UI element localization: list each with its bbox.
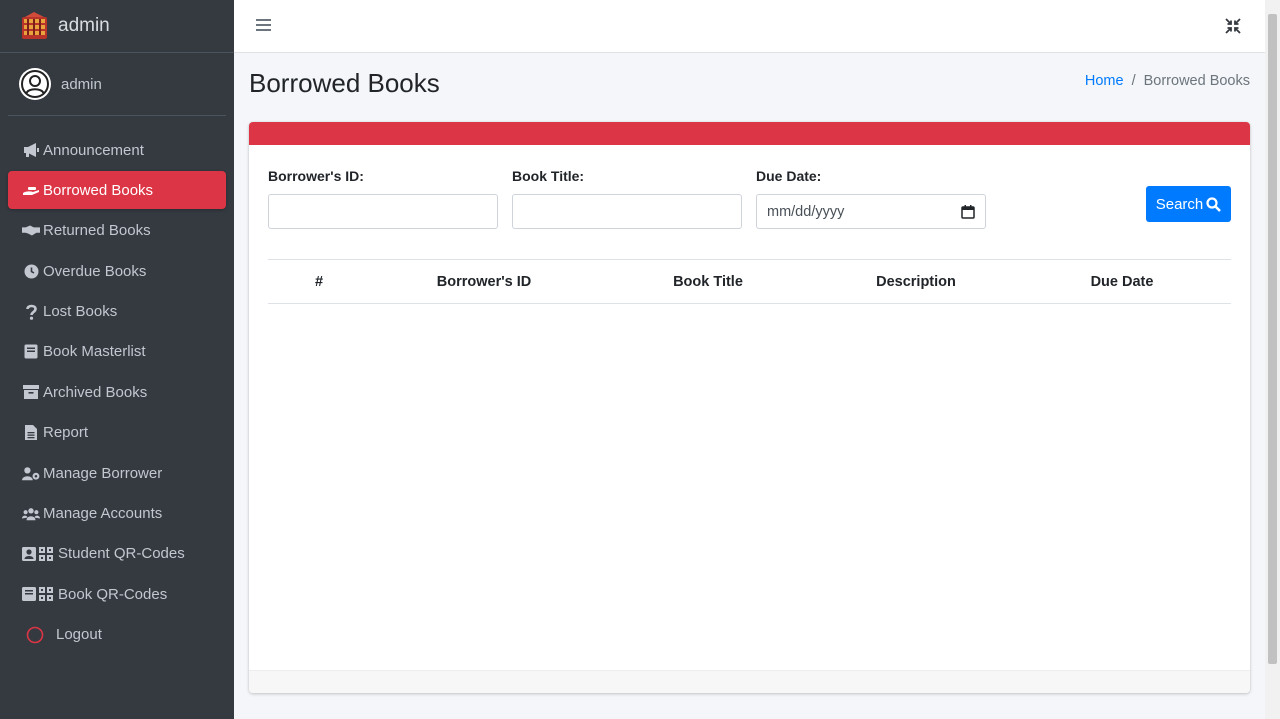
- search-button[interactable]: Search: [1146, 186, 1231, 222]
- sidebar-item-announcement[interactable]: Announcement: [8, 131, 226, 169]
- due-date-input[interactable]: mm/dd/yyyy: [756, 194, 986, 229]
- borrowed-books-card: Borrower's ID: Book Title: Due Date: mm/…: [249, 122, 1250, 693]
- sidebar-item-label: Logout: [56, 626, 102, 644]
- card-footer: [249, 670, 1250, 693]
- sidebar-item-returned-books[interactable]: Returned Books: [8, 212, 226, 250]
- top-navbar: [234, 0, 1265, 53]
- breadcrumb: Home / Borrowed Books: [1085, 73, 1250, 89]
- sidebar-item-label: Book QR-Codes: [58, 585, 168, 603]
- page-scrollbar[interactable]: [1265, 0, 1280, 719]
- power-icon: [26, 626, 44, 643]
- users-icon: [22, 506, 40, 522]
- sidebar-item-label: Lost Books: [43, 303, 118, 321]
- column-header-borrower-id[interactable]: Borrower's ID: [418, 260, 550, 304]
- breadcrumb-home-link[interactable]: Home: [1085, 73, 1124, 89]
- sidebar-item-label: Overdue Books: [43, 262, 147, 280]
- hand-book-icon: [22, 182, 40, 198]
- sidebar-item-label: Report: [43, 424, 89, 442]
- sidebar-item-lost-books[interactable]: Lost Books: [8, 293, 226, 331]
- sidebar-item-student-qr-codes[interactable]: Student QR-Codes: [8, 535, 226, 573]
- book-qr-icon: [22, 586, 55, 602]
- question-icon: [22, 304, 40, 320]
- student-qr-icon: [22, 546, 55, 562]
- column-header-number[interactable]: #: [298, 260, 340, 304]
- sidebar-item-label: Archived Books: [43, 383, 148, 401]
- menu-toggle-icon[interactable]: [256, 17, 271, 35]
- column-header-due-date[interactable]: Due Date: [1068, 260, 1176, 304]
- user-name: admin: [61, 75, 102, 93]
- sidebar-item-manage-accounts[interactable]: Manage Accounts: [8, 495, 226, 533]
- sidebar-item-manage-borrower[interactable]: Manage Borrower: [8, 454, 226, 492]
- user-panel[interactable]: admin: [8, 53, 226, 116]
- compress-icon[interactable]: [1225, 18, 1241, 34]
- bullhorn-icon: [22, 142, 40, 158]
- library-logo-icon: [19, 11, 50, 42]
- sidebar-item-logout[interactable]: Logout: [8, 616, 226, 654]
- sidebar-item-book-qr-codes[interactable]: Book QR-Codes: [8, 575, 226, 613]
- column-header-book-title[interactable]: Book Title: [648, 260, 768, 304]
- sidebar-item-overdue-books[interactable]: Overdue Books: [8, 252, 226, 290]
- sidebar-item-label: Manage Borrower: [43, 464, 163, 482]
- column-header-description[interactable]: Description: [858, 260, 974, 304]
- due-date-label: Due Date:: [756, 168, 822, 184]
- search-icon: [1206, 196, 1222, 212]
- sidebar-item-borrowed-books[interactable]: Borrowed Books: [8, 171, 226, 210]
- sidebar-item-label: Returned Books: [43, 222, 151, 240]
- handshake-icon: [22, 223, 40, 239]
- borrowed-books-table: # Borrower's ID Book Title Description D…: [268, 259, 1231, 304]
- sidebar-item-book-masterlist[interactable]: Book Masterlist: [8, 333, 226, 371]
- sidebar-item-archived-books[interactable]: Archived Books: [8, 373, 226, 411]
- page-title: Borrowed Books: [249, 68, 440, 98]
- search-button-label: Search: [1155, 195, 1204, 213]
- scrollbar-thumb[interactable]: [1268, 14, 1277, 664]
- due-date-placeholder: mm/dd/yyyy: [767, 203, 845, 220]
- sidebar-item-label: Book Masterlist: [43, 343, 146, 361]
- borrower-id-label: Borrower's ID:: [268, 168, 364, 184]
- sidebar-nav: Announcement Borrowed Books Returned Boo…: [0, 116, 234, 654]
- archive-icon: [22, 384, 40, 400]
- sidebar: admin admin Announcement Borrowed Books: [0, 0, 234, 719]
- breadcrumb-current: Borrowed Books: [1143, 73, 1250, 89]
- user-avatar-icon: [19, 68, 51, 100]
- user-cog-icon: [22, 465, 40, 481]
- sidebar-item-label: Borrowed Books: [43, 181, 154, 199]
- file-icon: [22, 425, 40, 441]
- sidebar-item-label: Manage Accounts: [43, 505, 163, 523]
- sidebar-item-label: Announcement: [43, 141, 144, 159]
- book-title-label: Book Title:: [512, 168, 585, 184]
- sidebar-item-report[interactable]: Report: [8, 414, 226, 452]
- book-icon: [22, 344, 40, 360]
- book-title-input[interactable]: [512, 194, 742, 229]
- breadcrumb-separator: /: [1131, 73, 1136, 89]
- sidebar-item-label: Student QR-Codes: [58, 545, 185, 563]
- brand-title: admin: [58, 15, 110, 36]
- card-header: [249, 122, 1250, 145]
- brand-link[interactable]: admin: [0, 0, 234, 53]
- borrower-id-input[interactable]: [268, 194, 498, 229]
- clock-icon: [22, 263, 40, 279]
- calendar-icon[interactable]: [961, 204, 975, 219]
